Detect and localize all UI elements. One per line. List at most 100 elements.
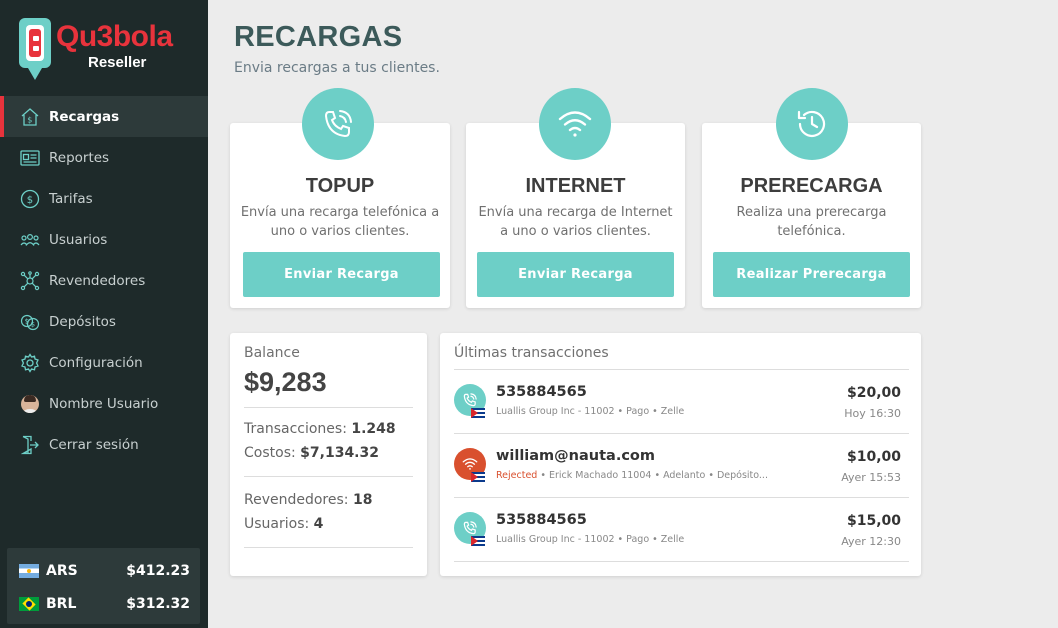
brand-name: Qu3bola xyxy=(56,20,173,53)
topup-card: TOPUP Envía una recarga telefónica a uno… xyxy=(230,88,450,308)
costs-label: Costos: xyxy=(244,445,296,461)
transaction-row[interactable]: 535884565 Luallis Group Inc - 11002 • Pa… xyxy=(454,370,909,434)
divider xyxy=(244,407,413,408)
transaction-meta: Luallis Group Inc - 11002 • Pago • Zelle xyxy=(496,534,685,545)
sidebar-item-label: Recargas xyxy=(49,108,120,125)
sidebar-item-configuracion[interactable]: Configuración xyxy=(0,342,208,383)
brand-logo[interactable]: Qu3bola Reseller xyxy=(19,18,199,82)
sidebar: Qu3bola Reseller $ Recargas Reportes $ T… xyxy=(0,0,208,628)
sidebar-nav: $ Recargas Reportes $ Tarifas Usuarios R… xyxy=(0,96,208,465)
recharge-icon: $ xyxy=(20,107,40,127)
sidebar-item-label: Configuración xyxy=(49,354,143,371)
transaction-recipient: 535884565 xyxy=(496,384,587,400)
transaction-amount: $10,00 xyxy=(846,449,901,465)
users-stat: Usuarios: 4 xyxy=(244,516,323,532)
transaction-time: Hoy 16:30 xyxy=(844,407,901,420)
page-subtitle: Envia recargas a tus clientes. xyxy=(234,60,440,76)
resellers-stat: Revendedores: 18 xyxy=(244,492,372,508)
currency-value: $312.32 xyxy=(126,596,190,612)
transaction-amount: $15,00 xyxy=(846,513,901,529)
sidebar-item-label: Cerrar sesión xyxy=(49,436,139,453)
transaction-row[interactable]: william@nauta.com Rejected • Erick Macha… xyxy=(454,434,909,498)
users-icon xyxy=(20,230,40,250)
card-title: PRERECARGA xyxy=(740,175,883,197)
phone-call-icon xyxy=(302,88,374,160)
resellers-label: Revendedores: xyxy=(244,492,349,508)
transaction-recipient: william@nauta.com xyxy=(496,448,655,464)
svg-text:$: $ xyxy=(31,320,35,328)
sidebar-item-logout[interactable]: Cerrar sesión xyxy=(0,424,208,465)
cuba-flag-icon xyxy=(471,472,485,482)
prerecharge-button[interactable]: Realizar Prerecarga xyxy=(713,252,910,297)
page-title: RECARGAS xyxy=(234,21,403,53)
cuba-flag-icon xyxy=(471,536,485,546)
internet-card: INTERNET Envía una recarga de Internet a… xyxy=(466,88,685,308)
rates-icon: $ xyxy=(20,189,40,209)
logout-icon xyxy=(20,435,40,455)
sidebar-item-depositos[interactable]: $ $ Depósitos xyxy=(0,301,208,342)
prerecarga-card: PRERECARGA Realiza una prerecarga telefó… xyxy=(702,88,921,308)
card-title: INTERNET xyxy=(525,175,626,197)
transactions-value: 1.248 xyxy=(351,421,396,437)
transaction-meta: Rejected • Erick Machado 11004 • Adelant… xyxy=(496,470,768,481)
logo-mark-icon xyxy=(19,18,51,80)
sidebar-item-revendedores[interactable]: Revendedores xyxy=(0,260,208,301)
resellers-icon xyxy=(20,270,40,291)
balance-card: Balance $9,283 Transacciones: 1.248 Cost… xyxy=(230,333,427,576)
costs-stat: Costos: $7,134.32 xyxy=(244,445,379,461)
card-description: Envía una recarga telefónica a uno o var… xyxy=(240,205,440,239)
send-topup-button[interactable]: Enviar Recarga xyxy=(243,252,440,297)
currency-code: BRL xyxy=(46,596,77,612)
rejected-status: Rejected xyxy=(496,470,538,481)
sidebar-item-label: Nombre Usuario xyxy=(49,395,159,412)
sidebar-item-label: Revendedores xyxy=(49,272,146,289)
deposits-icon: $ $ xyxy=(20,312,40,332)
sidebar-item-label: Depósitos xyxy=(49,313,116,330)
users-label: Usuarios: xyxy=(244,516,310,532)
avatar xyxy=(20,394,40,414)
reports-icon xyxy=(20,148,40,168)
transactions-stat: Transacciones: 1.248 xyxy=(244,421,396,437)
transaction-row[interactable]: 535884565 Luallis Group Inc - 11002 • Pa… xyxy=(454,498,909,562)
transaction-amount: $20,00 xyxy=(846,385,901,401)
card-description: Envía una recarga de Internet a uno o va… xyxy=(478,205,673,239)
sidebar-item-tarifas[interactable]: $ Tarifas xyxy=(0,178,208,219)
wifi-icon xyxy=(539,88,611,160)
currency-balances: ARS $412.23 BRL $312.32 xyxy=(7,548,200,624)
brazil-flag-icon xyxy=(19,597,39,611)
users-value: 4 xyxy=(313,516,324,532)
sidebar-item-profile[interactable]: Nombre Usuario xyxy=(0,383,208,424)
argentina-flag-icon xyxy=(19,564,39,578)
sidebar-item-reportes[interactable]: Reportes xyxy=(0,137,208,178)
svg-text:$: $ xyxy=(25,317,29,325)
transactions-label: Transacciones: xyxy=(244,421,347,437)
currency-code: ARS xyxy=(46,563,78,579)
transaction-time: Ayer 15:53 xyxy=(841,471,901,484)
sidebar-item-usuarios[interactable]: Usuarios xyxy=(0,219,208,260)
sidebar-item-label: Usuarios xyxy=(49,231,108,248)
sidebar-item-recargas[interactable]: $ Recargas xyxy=(0,96,208,137)
card-description: Realiza una prerecarga telefónica. xyxy=(736,205,887,239)
sidebar-item-label: Reportes xyxy=(49,149,110,166)
cuba-flag-icon xyxy=(471,408,485,418)
currency-value: $412.23 xyxy=(126,563,190,579)
settings-icon xyxy=(20,352,40,373)
resellers-value: 18 xyxy=(352,492,373,508)
transaction-recipient: 535884565 xyxy=(496,512,587,528)
send-internet-button[interactable]: Enviar Recarga xyxy=(477,252,674,297)
divider xyxy=(244,476,413,477)
brand-subtitle: Reseller xyxy=(88,54,147,71)
svg-text:$: $ xyxy=(27,115,32,124)
currency-row-brl: BRL $312.32 xyxy=(7,588,200,620)
history-icon xyxy=(776,88,848,160)
sidebar-item-label: Tarifas xyxy=(49,190,93,207)
costs-value: $7,134.32 xyxy=(300,445,379,461)
card-title: TOPUP xyxy=(305,175,375,197)
svg-text:$: $ xyxy=(27,195,33,206)
currency-row-ars: ARS $412.23 xyxy=(7,555,200,587)
divider xyxy=(244,547,413,548)
transaction-time: Ayer 12:30 xyxy=(841,535,901,548)
balance-label: Balance xyxy=(244,345,300,361)
transactions-card: Últimas transacciones 535884565 Luallis … xyxy=(440,333,921,576)
balance-value: $9,283 xyxy=(244,367,327,397)
